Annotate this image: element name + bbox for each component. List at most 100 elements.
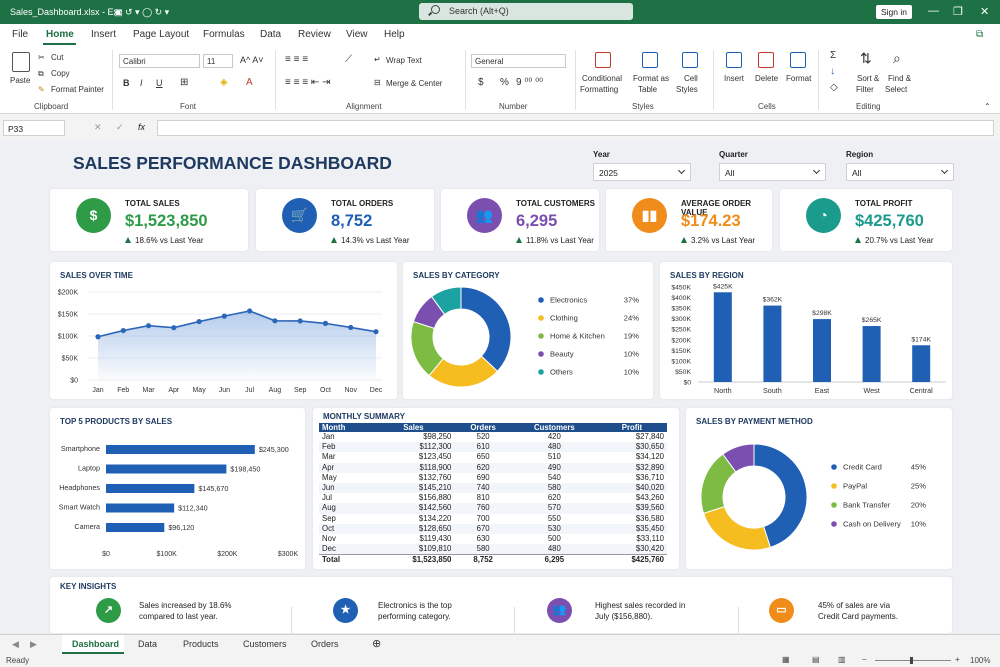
table-cell[interactable]: 810 — [454, 493, 511, 503]
table-cell[interactable]: 670 — [454, 523, 512, 534]
table-cell[interactable]: 630 — [454, 534, 511, 544]
total-cell[interactable]: 8,752 — [454, 554, 512, 566]
table-cell[interactable]: 530 — [511, 523, 597, 534]
paste-button[interactable]: Paste — [10, 76, 30, 85]
sheet-tab-dashboard[interactable]: Dashboard — [72, 639, 119, 649]
zoom-slider-handle[interactable] — [910, 657, 913, 664]
paste-icon[interactable] — [12, 52, 30, 72]
zoom-in-icon[interactable]: + — [955, 655, 960, 664]
cut-icon[interactable]: ✂ — [38, 53, 45, 62]
table-cell[interactable]: $118,900 — [372, 462, 455, 473]
sheet-tab-orders[interactable]: Orders — [311, 639, 339, 649]
fill-color-icon[interactable]: ◈ — [220, 77, 228, 88]
find-select-icon[interactable]: ⌕ — [893, 50, 901, 67]
copy-button[interactable]: Copy — [51, 69, 70, 78]
share-icon[interactable]: ⧉ — [976, 29, 983, 40]
table-cell[interactable]: Nov — [319, 534, 372, 544]
normal-view-icon[interactable]: ▦ — [782, 655, 790, 664]
merge-center-button[interactable]: Merge & Center — [386, 79, 442, 88]
table-cell[interactable]: 700 — [454, 514, 511, 524]
insert-cells-button[interactable]: Insert — [724, 74, 744, 83]
table-cell[interactable]: $109,810 — [372, 544, 455, 555]
tab-review[interactable]: Review — [298, 29, 331, 40]
sign-in-button[interactable]: Sign in — [876, 5, 912, 19]
table-cell[interactable]: Jul — [319, 493, 372, 503]
sheet-tab-data[interactable]: Data — [138, 639, 157, 649]
table-cell[interactable]: $119,430 — [372, 534, 454, 544]
tab-home[interactable]: Home — [46, 29, 74, 40]
table-cell[interactable]: Jun — [319, 482, 373, 494]
minimize-icon[interactable]: — — [928, 5, 939, 17]
insert-cells-icon[interactable] — [726, 52, 742, 68]
formula-input[interactable] — [157, 120, 994, 136]
copy-icon[interactable]: ⧉ — [38, 69, 44, 79]
page-break-icon[interactable]: ▥ — [838, 655, 846, 664]
collapse-ribbon-icon[interactable]: ⌃ — [984, 102, 991, 111]
scroll-right-icon[interactable]: ▶ — [30, 639, 37, 650]
table-cell[interactable]: 480 — [511, 544, 597, 555]
table-cell[interactable]: 510 — [512, 452, 597, 462]
table-cell[interactable]: Oct — [319, 523, 373, 534]
insert-function-button[interactable]: fx — [138, 122, 145, 132]
total-cell[interactable]: $1,523,850 — [372, 554, 455, 566]
table-cell[interactable]: 610 — [454, 442, 512, 453]
table-cell[interactable]: $30,650 — [596, 442, 667, 453]
table-cell[interactable]: 500 — [512, 534, 597, 544]
table-cell[interactable]: 760 — [454, 503, 512, 514]
wrap-text-icon[interactable]: ↵ — [374, 55, 381, 64]
bold-button[interactable]: B — [123, 78, 130, 88]
table-cell[interactable]: $36,710 — [597, 473, 667, 483]
table-cell[interactable]: 570 — [511, 503, 597, 514]
sheet-tab-customers[interactable]: Customers — [243, 639, 287, 649]
sort-filter-icon[interactable]: ⇅ — [860, 50, 872, 67]
table-cell[interactable]: 520 — [454, 432, 511, 442]
close-icon[interactable]: ✕ — [980, 5, 989, 18]
table-cell[interactable]: Feb — [319, 442, 373, 453]
zoom-slider[interactable] — [875, 660, 951, 661]
format-table-icon[interactable] — [642, 52, 658, 68]
table-cell[interactable]: 620 — [454, 462, 512, 473]
region-filter[interactable]: All — [846, 163, 954, 181]
table-cell[interactable]: $98,250 — [372, 432, 454, 442]
table-cell[interactable]: 650 — [454, 452, 511, 462]
table-cell[interactable]: 420 — [512, 432, 597, 442]
comma-icon[interactable]: 9 ⁰⁰ ⁰⁰ — [516, 77, 543, 88]
table-cell[interactable]: 480 — [511, 442, 597, 453]
table-cell[interactable]: $30,420 — [596, 544, 667, 555]
cut-button[interactable]: Cut — [51, 53, 63, 62]
search-box[interactable]: Search (Alt+Q) — [419, 3, 633, 20]
autosum-icon[interactable]: Σ — [830, 50, 836, 61]
table-cell[interactable]: $39,560 — [596, 503, 667, 514]
percent-button[interactable]: % — [500, 77, 509, 88]
tab-view[interactable]: View — [346, 29, 368, 40]
clear-icon[interactable]: ◇ — [830, 82, 838, 93]
total-cell[interactable]: 6,295 — [511, 554, 597, 566]
wrap-text-button[interactable]: Wrap Text — [386, 56, 422, 65]
add-sheet-icon[interactable]: ⊕ — [372, 637, 381, 650]
table-cell[interactable]: Jan — [319, 432, 372, 442]
table-cell[interactable]: 550 — [512, 514, 597, 524]
format-cells-button[interactable]: Format — [786, 74, 811, 83]
table-cell[interactable]: 540 — [512, 473, 597, 483]
table-cell[interactable]: Mar — [319, 452, 372, 462]
table-cell[interactable]: 620 — [512, 493, 597, 503]
align-top-icon[interactable]: ≡ ≡ ≡ — [285, 54, 308, 65]
number-format-select[interactable]: General — [471, 54, 566, 68]
table-cell[interactable]: $156,880 — [372, 493, 454, 503]
scroll-left-icon[interactable]: ◀ — [12, 639, 19, 650]
table-cell[interactable]: $27,840 — [597, 432, 667, 442]
name-box[interactable]: P33 — [3, 120, 65, 136]
table-cell[interactable]: Aug — [319, 503, 373, 514]
tab-formulas[interactable]: Formulas — [203, 29, 245, 40]
cancel-icon[interactable]: ✕ — [94, 122, 102, 133]
table-cell[interactable]: $34,120 — [597, 452, 667, 462]
delete-cells-button[interactable]: Delete — [755, 74, 778, 83]
table-cell[interactable]: 490 — [511, 462, 597, 473]
enter-icon[interactable]: ✓ — [116, 122, 124, 133]
font-name-select[interactable]: Calibri — [119, 54, 200, 68]
tab-file[interactable]: File — [12, 29, 28, 40]
table-cell[interactable]: $43,260 — [597, 493, 667, 503]
save-icon[interactable]: ▣ ↺ ▾ ◯ ↻ ▾ — [114, 7, 169, 18]
table-cell[interactable]: 740 — [454, 482, 512, 494]
conditional-formatting-button[interactable]: Conditional — [582, 74, 622, 83]
